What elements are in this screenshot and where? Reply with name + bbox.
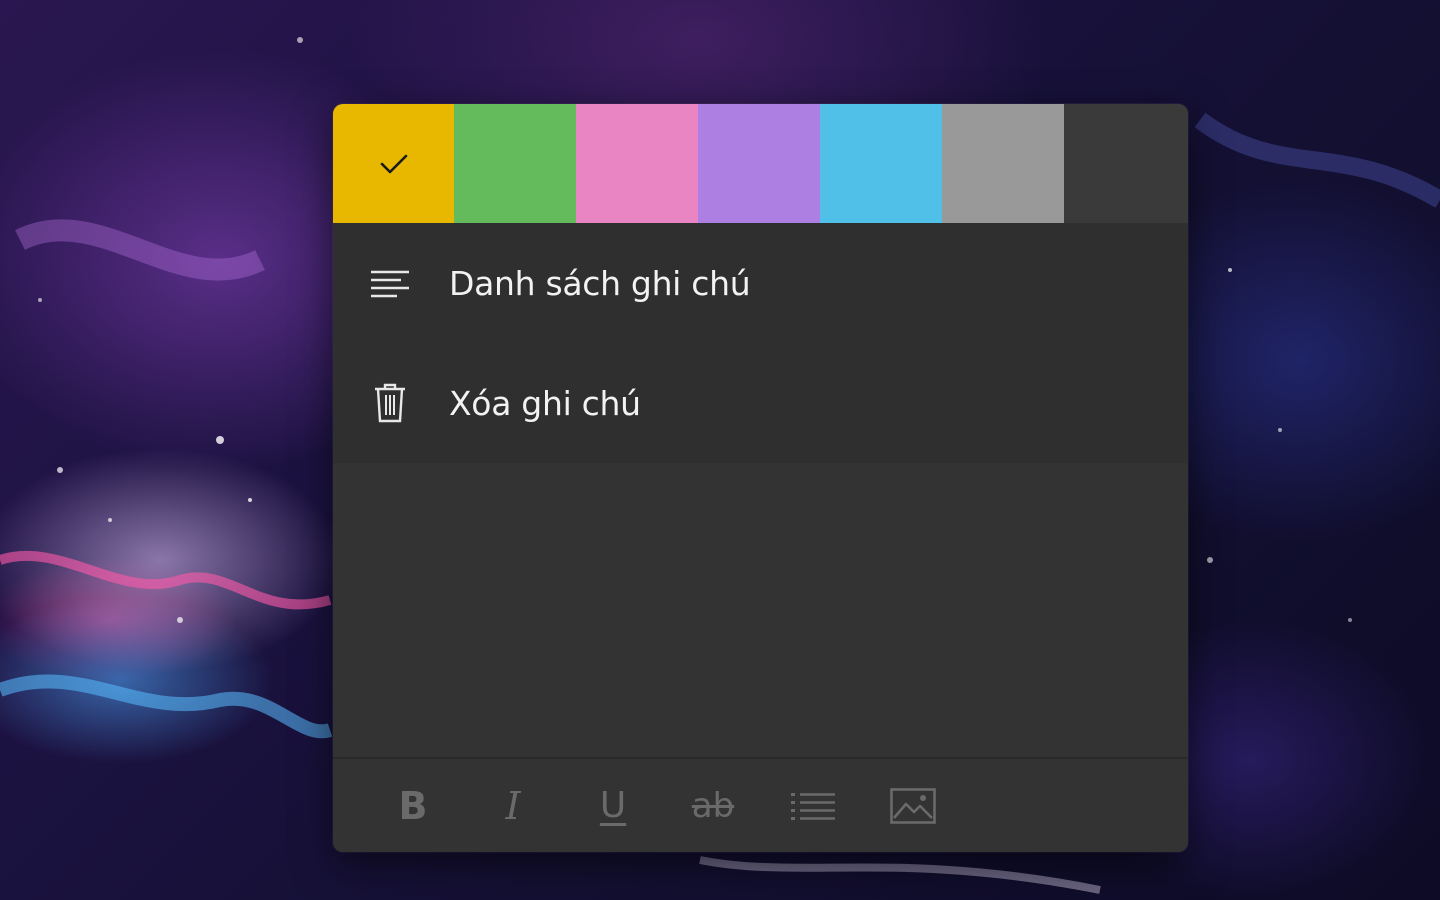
bulleted-list-icon xyxy=(791,792,835,820)
underline-button[interactable]: U xyxy=(563,776,663,836)
color-swatch-gray[interactable] xyxy=(942,104,1064,223)
strikethrough-button[interactable]: ab xyxy=(663,776,763,836)
color-swatch-pink[interactable] xyxy=(576,104,698,223)
bulleted-list-button[interactable] xyxy=(763,776,863,836)
note-text-area[interactable] xyxy=(333,463,1188,757)
menu-item-notes-list[interactable]: Danh sách ghi chú xyxy=(333,223,1188,343)
menu-item-delete-note[interactable]: Xóa ghi chú xyxy=(333,343,1188,463)
checkmark-icon xyxy=(380,154,407,173)
desktop-wallpaper: Danh sách ghi chú Xóa ghi chú B I U ab xyxy=(0,0,1440,900)
underline-icon: U xyxy=(599,785,627,826)
strikethrough-icon: ab xyxy=(691,785,735,826)
bold-button[interactable]: B xyxy=(363,776,463,836)
trash-icon xyxy=(369,383,411,423)
menu-item-delete-note-label: Xóa ghi chú xyxy=(449,383,641,423)
italic-icon: I xyxy=(505,783,521,828)
color-swatch-blue[interactable] xyxy=(820,104,942,223)
formatting-toolbar: B I U ab xyxy=(333,757,1188,852)
insert-image-button[interactable] xyxy=(863,776,963,836)
color-swatch-purple[interactable] xyxy=(698,104,820,223)
bold-icon: B xyxy=(398,783,428,828)
notes-list-icon xyxy=(369,268,411,298)
color-swatch-green[interactable] xyxy=(454,104,576,223)
color-swatch-yellow[interactable] xyxy=(333,104,454,223)
sticky-note-window: Danh sách ghi chú Xóa ghi chú B I U ab xyxy=(333,104,1188,852)
color-picker xyxy=(333,104,1188,223)
menu-item-notes-list-label: Danh sách ghi chú xyxy=(449,263,751,303)
insert-image-icon xyxy=(890,787,936,824)
color-swatch-charcoal[interactable] xyxy=(1064,104,1186,223)
italic-button[interactable]: I xyxy=(463,776,563,836)
note-menu: Danh sách ghi chú Xóa ghi chú xyxy=(333,223,1188,463)
